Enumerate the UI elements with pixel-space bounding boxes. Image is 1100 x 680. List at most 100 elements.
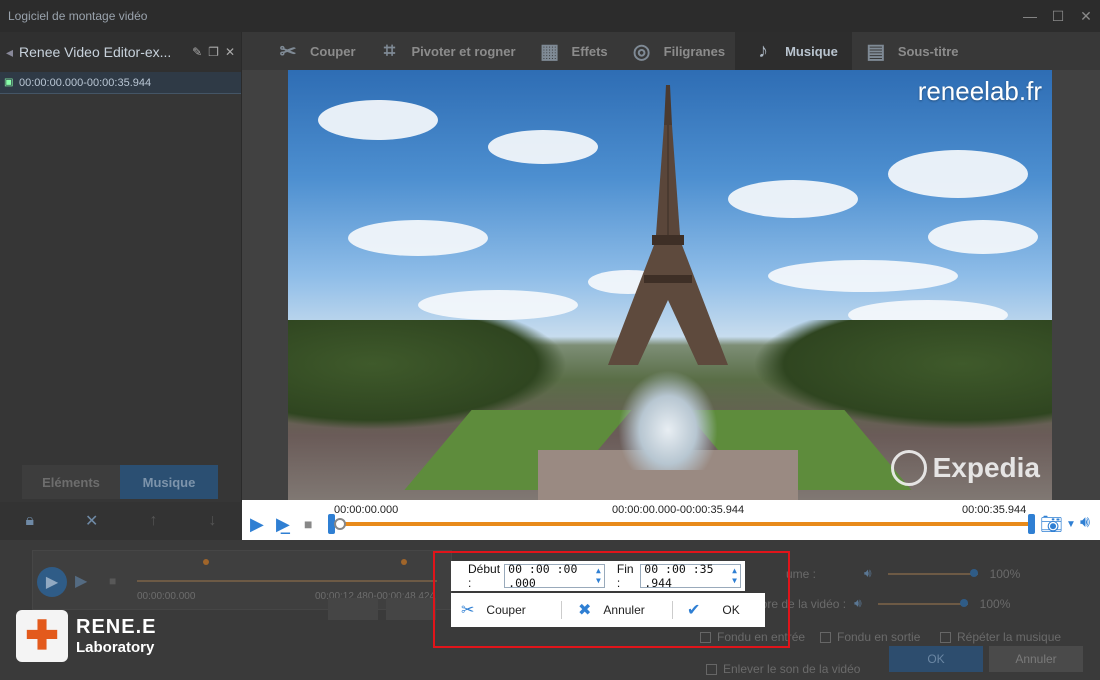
video-volume-slider[interactable] (877, 598, 968, 607)
music-volume-value: 100% (989, 566, 1021, 581)
brand-text: RENE.E Laboratory (76, 616, 156, 656)
speaker-icon: 🔊︎ (864, 566, 872, 580)
x-icon: ✖ (578, 602, 592, 619)
play-icon[interactable]: ▶ (250, 514, 264, 535)
delete-icon[interactable]: ✕ (85, 511, 98, 531)
tab-music[interactable]: Musique (120, 465, 218, 499)
placeholder-block (328, 598, 378, 620)
stop-icon[interactable]: ■ (109, 574, 116, 588)
start-time-value: 00 :00 :00 .000 (508, 562, 578, 590)
tool-music[interactable]: ♪ Musique (735, 32, 852, 70)
play-selection-icon[interactable]: ▶̲ (276, 514, 290, 535)
window-controls: — ☐ ✕ (1016, 0, 1100, 32)
fade-out-option[interactable]: Fondu en sortie (820, 630, 920, 644)
speaker-icon: 🔊︎ (854, 596, 862, 610)
project-tab[interactable]: ◂ Renee Video Editor-ex... ✎ ❐ ✕ (0, 32, 241, 72)
close-tab-icon[interactable]: ✕ (225, 45, 235, 59)
cloud (318, 100, 438, 140)
start-time-spinner[interactable]: ▲ ▼ (596, 566, 601, 586)
video-preview[interactable]: reneelab.fr Expedia (288, 70, 1052, 500)
expedia-text: Expedia (932, 452, 1040, 483)
chevron-up-icon[interactable]: ▲ (732, 566, 737, 576)
scissors-icon: ✂ (279, 40, 297, 63)
brand-line2: Laboratory (76, 639, 155, 656)
rene-logo-icon: ✚ (16, 610, 68, 662)
remove-sound-label: Enlever le son de la vidéo (723, 662, 861, 676)
end-handle[interactable] (1028, 514, 1035, 534)
film-reel-icon: ◎ (632, 40, 651, 63)
timeline-bar: ▶ ▶̲ ■ 00:00:00.000 00:00:00.000-00:00:3… (242, 500, 1100, 540)
timeline-start: 00:00:00.000 (334, 504, 399, 516)
copy-icon[interactable]: ❐ (208, 45, 219, 59)
timeline-range: 00:00:00.000-00:00:35.944 (612, 504, 745, 516)
title-bar: Logiciel de montage vidéo — ☐ ✕ (0, 0, 1100, 32)
tool-cut[interactable]: ✂ Couper (242, 32, 366, 70)
chevron-down-icon[interactable]: ▼ (1066, 519, 1076, 530)
music-track[interactable] (137, 580, 437, 582)
window-title: Logiciel de montage vidéo (8, 9, 148, 23)
maximize-button[interactable]: ☐ (1044, 0, 1072, 32)
end-time-spinner[interactable]: ▲ ▼ (732, 566, 737, 586)
play-selection-icon[interactable]: ▶ (75, 571, 87, 591)
music-note-icon: ♪ (758, 39, 769, 62)
tool-label: Musique (785, 43, 838, 59)
tool-rotate-crop[interactable]: ⌗ Pivoter et rogner (366, 32, 526, 70)
checkbox-icon[interactable] (706, 663, 717, 675)
minimize-button[interactable]: — (1016, 0, 1044, 32)
timeline-track[interactable] (334, 522, 1030, 526)
clip-range: 00:00:00.000-00:00:35.944 (19, 76, 152, 89)
pin-icon: ◂ (6, 43, 14, 60)
start-time-input[interactable]: 00 :00 :00 .000 ▲ ▼ (504, 562, 605, 590)
repeat-option[interactable]: Répéter la musique (940, 630, 1061, 644)
globe-icon (890, 450, 927, 486)
volume-icon[interactable]: 🔊︎ (1080, 514, 1090, 532)
stop-icon[interactable]: ■ (304, 516, 312, 532)
music-play-button[interactable]: ▶ (37, 567, 67, 597)
close-button[interactable]: ✕ (1072, 0, 1100, 32)
lock-icon[interactable]: 🔒︎ (26, 512, 35, 530)
tool-watermarks[interactable]: ◎ Filigranes (618, 32, 735, 70)
tool-subtitle[interactable]: ▤ Sous-titre (852, 32, 969, 70)
cut-button[interactable]: ✂ Couper (451, 593, 561, 627)
project-panel: ◂ Renee Video Editor-ex... ✎ ❐ ✕ ▣ 00:00… (0, 32, 242, 502)
settings-ok-button[interactable]: OK (889, 646, 983, 672)
chevron-down-icon[interactable]: ▼ (596, 576, 601, 586)
edit-icon[interactable]: ✎ (192, 45, 202, 59)
cloud (488, 130, 598, 164)
expedia-logo: Expedia (890, 450, 1040, 486)
watermark-text: reneelab.fr (917, 76, 1042, 106)
crop-icon: ⌗ (383, 39, 396, 62)
end-time-input[interactable]: 00 :00 :35 .944 ▲ ▼ (640, 562, 741, 590)
music-volume-slider[interactable] (887, 568, 978, 577)
left-tabs: Eléments Musique (22, 465, 218, 499)
cloud (348, 220, 488, 256)
move-down-icon[interactable]: ↓ (208, 512, 216, 530)
repeat-label: Répéter la musique (957, 630, 1062, 644)
remove-sound-option[interactable]: Enlever le son de la vidéo (706, 662, 860, 676)
cloud (418, 290, 578, 320)
chevron-up-icon[interactable]: ▲ (596, 566, 601, 576)
ok-button[interactable]: ✔ OK (673, 593, 763, 627)
chevron-down-icon[interactable]: ▼ (732, 576, 737, 586)
checkbox-icon[interactable] (940, 631, 951, 643)
video-volume-value: 100% (979, 596, 1011, 611)
tab-elements[interactable]: Eléments (22, 465, 120, 499)
checkbox-icon[interactable] (820, 631, 831, 643)
project-name: Renee Video Editor-ex... (19, 44, 172, 60)
playhead[interactable] (334, 518, 346, 530)
cloud (768, 260, 958, 292)
move-up-icon[interactable]: ↑ (149, 512, 157, 530)
edit-toolbar: ✂ Couper ⌗ Pivoter et rogner ▦ Effets ◎ … (242, 32, 1100, 70)
settings-cancel-button[interactable]: Annuler (989, 646, 1083, 672)
cancel-button-label: Annuler (603, 603, 645, 617)
dialog-buttons: ✂ Couper ✖ Annuler ✔ OK (451, 593, 765, 627)
tool-label: Couper (310, 43, 356, 59)
tool-effects[interactable]: ▦ Effets (526, 32, 618, 70)
marker-dot[interactable] (401, 559, 407, 565)
clip-item[interactable]: ▣ 00:00:00.000-00:00:35.944 (0, 72, 241, 94)
marker-dot[interactable] (203, 559, 209, 565)
cancel-button[interactable]: ✖ Annuler (562, 593, 672, 627)
cloud (888, 150, 1028, 198)
camera-icon[interactable]: 📷︎ (1040, 514, 1063, 535)
brand-logo: ✚ RENE.E Laboratory (16, 610, 156, 662)
